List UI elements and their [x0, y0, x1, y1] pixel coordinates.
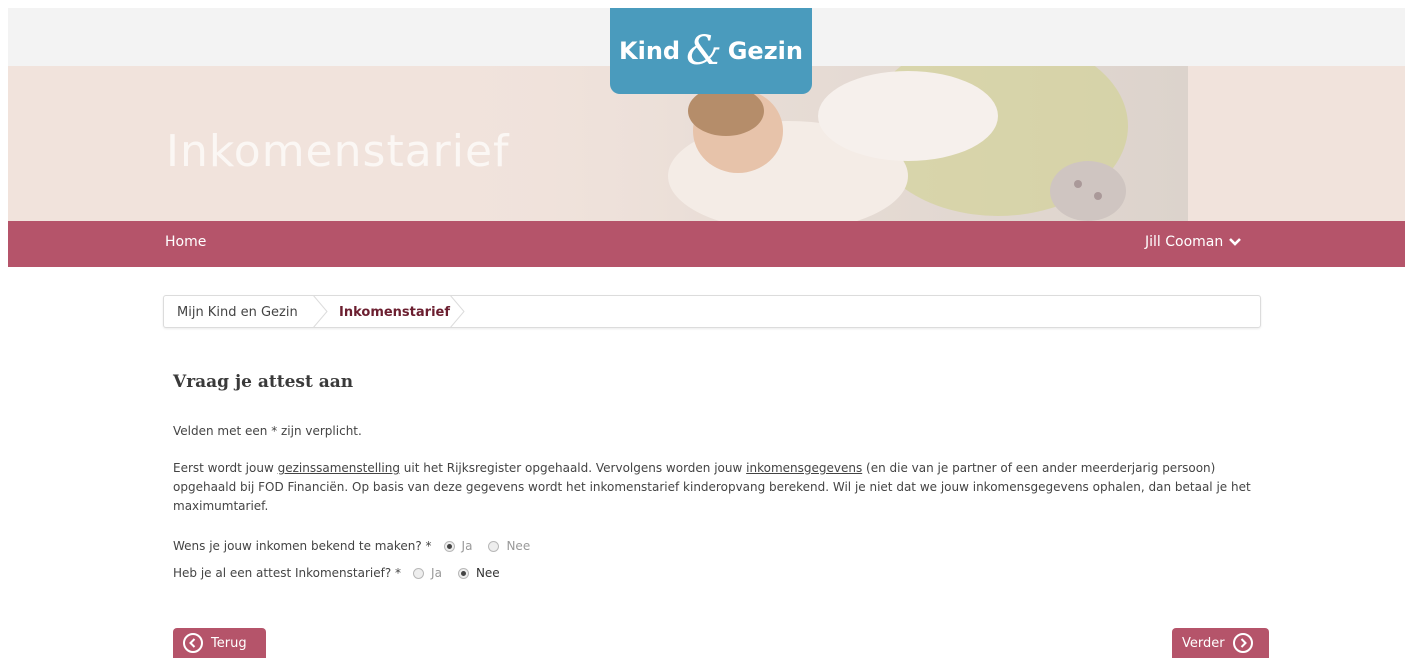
user-menu[interactable]: Jill Cooman	[1145, 234, 1242, 250]
question-income-disclosure: Wens je jouw inkomen bekend te maken? * …	[173, 539, 546, 553]
nav-home-link[interactable]: Home	[165, 234, 206, 250]
question-label: Wens je jouw inkomen bekend te maken? *	[173, 539, 432, 553]
radio-label-no: Nee	[475, 566, 500, 580]
chevron-left-icon	[183, 633, 203, 653]
kind-en-gezin-logo[interactable]: Kind & Gezin	[610, 8, 812, 94]
back-button[interactable]: Terug	[173, 628, 266, 658]
question-label: Heb je al een attest Inkomenstarief? *	[173, 566, 402, 580]
radio-income-yes[interactable]	[443, 540, 455, 552]
breadcrumb-item-current: Inkomenstarief	[339, 305, 451, 320]
breadcrumb: Mijn Kind en Gezin Inkomenstarief	[163, 295, 1261, 328]
breadcrumb-item-home[interactable]: Mijn Kind en Gezin	[177, 305, 298, 320]
radio-attest-yes[interactable]	[413, 567, 425, 579]
intro-paragraph: Eerst wordt jouw gezinssamenstelling uit…	[173, 461, 1251, 513]
next-button-label: Verder	[1182, 635, 1225, 651]
logo-ampersand: &	[686, 28, 722, 74]
question-existing-attest: Heb je al een attest Inkomenstarief? * J…	[173, 566, 516, 580]
main-content: Vraag je attest aan Velden met een * zij…	[173, 372, 1263, 580]
required-fields-note: Velden met een * zijn verplicht.	[173, 424, 362, 438]
logo-word-kind: Kind	[619, 37, 681, 65]
next-button[interactable]: Verder	[1172, 628, 1269, 658]
breadcrumb-separator-icon	[449, 295, 465, 328]
radio-label-no: Nee	[506, 539, 531, 553]
chevron-down-icon	[1229, 238, 1242, 246]
logo-word-gezin: Gezin	[727, 37, 803, 65]
breadcrumb-separator-icon	[312, 295, 328, 328]
chevron-right-icon	[1232, 633, 1253, 653]
inkomensgegevens-link[interactable]: inkomensgegevens	[746, 461, 862, 475]
radio-label-yes: Ja	[461, 539, 473, 553]
back-button-label: Terug	[211, 635, 247, 651]
radio-income-no[interactable]	[488, 540, 500, 552]
gezinssamenstelling-link[interactable]: gezinssamenstelling	[278, 461, 400, 475]
radio-label-yes: Ja	[431, 566, 442, 580]
page-banner-title: Inkomenstarief	[166, 126, 510, 177]
radio-attest-no[interactable]	[457, 567, 469, 579]
user-name: Jill Cooman	[1145, 234, 1224, 250]
page-title: Vraag je attest aan	[173, 372, 354, 392]
